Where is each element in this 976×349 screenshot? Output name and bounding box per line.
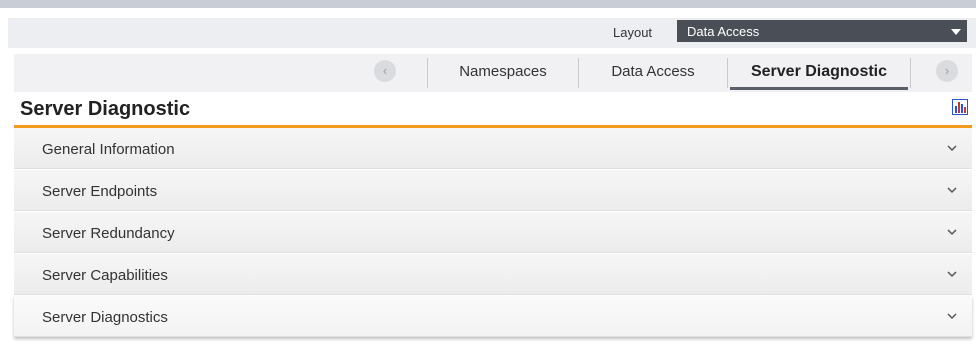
tab-divider (910, 58, 911, 88)
chevron-down-icon (947, 187, 957, 194)
chevron-right-icon: › (944, 63, 950, 78)
chevron-down-icon (947, 145, 957, 152)
accordion: General Information Server Endpoints Ser… (14, 128, 972, 338)
tab-scroll-left-button[interactable]: ‹ (374, 60, 396, 82)
chevron-down-icon (947, 313, 957, 320)
section-server-redundancy[interactable]: Server Redundancy (14, 212, 972, 253)
layout-select[interactable]: Data Access (677, 20, 967, 42)
layout-select-value: Data Access (687, 24, 760, 39)
section-label: Server Endpoints (42, 183, 158, 200)
layout-label: Layout (613, 25, 653, 40)
panel-header: Server Diagnostic (14, 93, 972, 128)
tab-divider (727, 58, 728, 88)
tab-scroll-right-button[interactable]: › (936, 60, 958, 82)
tab-bar: ‹ Namespaces Data Access Server Diagnost… (14, 54, 972, 92)
section-label: Server Diagnostics (42, 309, 168, 326)
section-label: General Information (42, 141, 175, 158)
section-server-capabilities[interactable]: Server Capabilities (14, 254, 972, 295)
section-label: Server Redundancy (42, 225, 175, 242)
tab-data-access[interactable]: Data Access (579, 54, 727, 90)
bar-chart-icon[interactable] (952, 99, 968, 115)
section-server-diagnostics[interactable]: Server Diagnostics (14, 296, 972, 337)
layout-toolbar: Layout Data Access (8, 18, 976, 48)
page-title: Server Diagnostic (20, 98, 191, 120)
chevron-down-icon (947, 229, 957, 236)
top-strip (0, 0, 976, 8)
chevron-down-icon (947, 271, 957, 278)
section-general-information[interactable]: General Information (14, 128, 972, 169)
chevron-left-icon: ‹ (382, 63, 388, 78)
section-label: Server Capabilities (42, 267, 168, 284)
tab-server-diagnostic[interactable]: Server Diagnostic (730, 54, 908, 90)
section-server-endpoints[interactable]: Server Endpoints (14, 170, 972, 211)
tab-namespaces[interactable]: Namespaces (428, 54, 578, 90)
caret-down-icon (951, 29, 961, 35)
